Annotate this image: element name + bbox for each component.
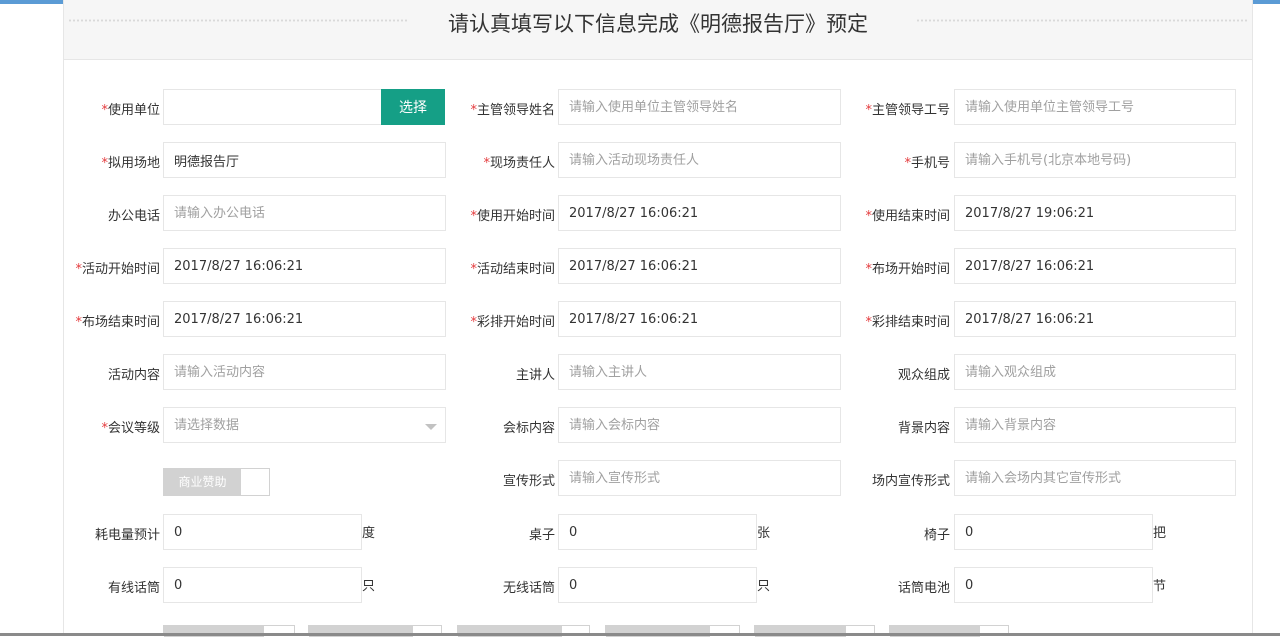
- wireless-mic-label: 无线话筒: [502, 581, 555, 596]
- chairs-input[interactable]: [954, 514, 1153, 550]
- power-unit: 度: [362, 526, 376, 541]
- phone-input[interactable]: [954, 142, 1236, 178]
- activity-end-label: *活动结束时间: [470, 262, 555, 277]
- banner-content-label: 会标内容: [502, 421, 555, 436]
- form-header: 请认真填写以下信息完成《明德报告厅》预定: [64, 0, 1252, 60]
- wireless-mic-unit: 只: [757, 579, 771, 594]
- onsite-manager-label: *现场责任人: [483, 156, 555, 171]
- chairs-label: 椅子: [923, 528, 950, 543]
- leader-id-label: *主管领导工号: [865, 103, 950, 118]
- sponsor-switch-label: 商业赞助: [164, 469, 241, 495]
- leader-id-input[interactable]: [954, 89, 1236, 125]
- use-end-input[interactable]: [954, 195, 1236, 231]
- setup-start-input[interactable]: [954, 248, 1236, 284]
- power-input[interactable]: [163, 514, 362, 550]
- venue-label: *拟用场地: [101, 156, 160, 171]
- office-phone-label: 办公电话: [107, 209, 160, 224]
- phone-label: *手机号: [904, 156, 950, 171]
- wireless-mic-input[interactable]: [558, 567, 757, 603]
- wired-mic-input[interactable]: [163, 567, 362, 603]
- rehearsal-start-label: *彩排开始时间: [470, 315, 555, 330]
- backdrop-content-label: 背景内容: [897, 421, 950, 436]
- backdrop-content-input[interactable]: [954, 407, 1236, 443]
- unit-label: *使用单位: [101, 103, 160, 118]
- activity-content-label: 活动内容: [107, 368, 160, 383]
- setup-start-label: *布场开始时间: [865, 262, 950, 277]
- meeting-level-label: *会议等级: [101, 421, 160, 436]
- use-start-label: *使用开始时间: [470, 209, 555, 224]
- promo-label: 宣传形式: [502, 474, 555, 489]
- page-title: 请认真填写以下信息完成《明德报告厅》预定: [448, 12, 868, 36]
- setup-end-label: *布场结束时间: [75, 315, 160, 330]
- chairs-unit: 把: [1153, 526, 1167, 541]
- speaker-label: 主讲人: [515, 368, 555, 383]
- activity-start-label: *活动开始时间: [75, 262, 160, 277]
- power-label: 耗电量预计: [94, 528, 160, 543]
- tables-unit: 张: [757, 526, 771, 541]
- inner-promo-label: 场内宣传形式: [871, 474, 950, 489]
- inner-promo-input[interactable]: [954, 460, 1236, 496]
- mic-battery-input[interactable]: [954, 567, 1153, 603]
- rehearsal-end-label: *彩排结束时间: [865, 315, 950, 330]
- use-end-label: *使用结束时间: [865, 209, 950, 224]
- wired-mic-label: 有线话筒: [107, 581, 160, 596]
- unit-input[interactable]: [163, 89, 382, 125]
- mic-battery-unit: 节: [1153, 579, 1167, 594]
- rehearsal-end-input[interactable]: [954, 301, 1236, 337]
- sponsor-switch[interactable]: 商业赞助: [163, 468, 270, 496]
- audience-input[interactable]: [954, 354, 1236, 390]
- leader-name-label: *主管领导姓名: [470, 103, 555, 118]
- wired-mic-unit: 只: [362, 579, 376, 594]
- audience-label: 观众组成: [897, 368, 950, 383]
- mic-battery-label: 话筒电池: [897, 581, 950, 596]
- tables-label: 桌子: [528, 528, 555, 543]
- tables-input[interactable]: [558, 514, 757, 550]
